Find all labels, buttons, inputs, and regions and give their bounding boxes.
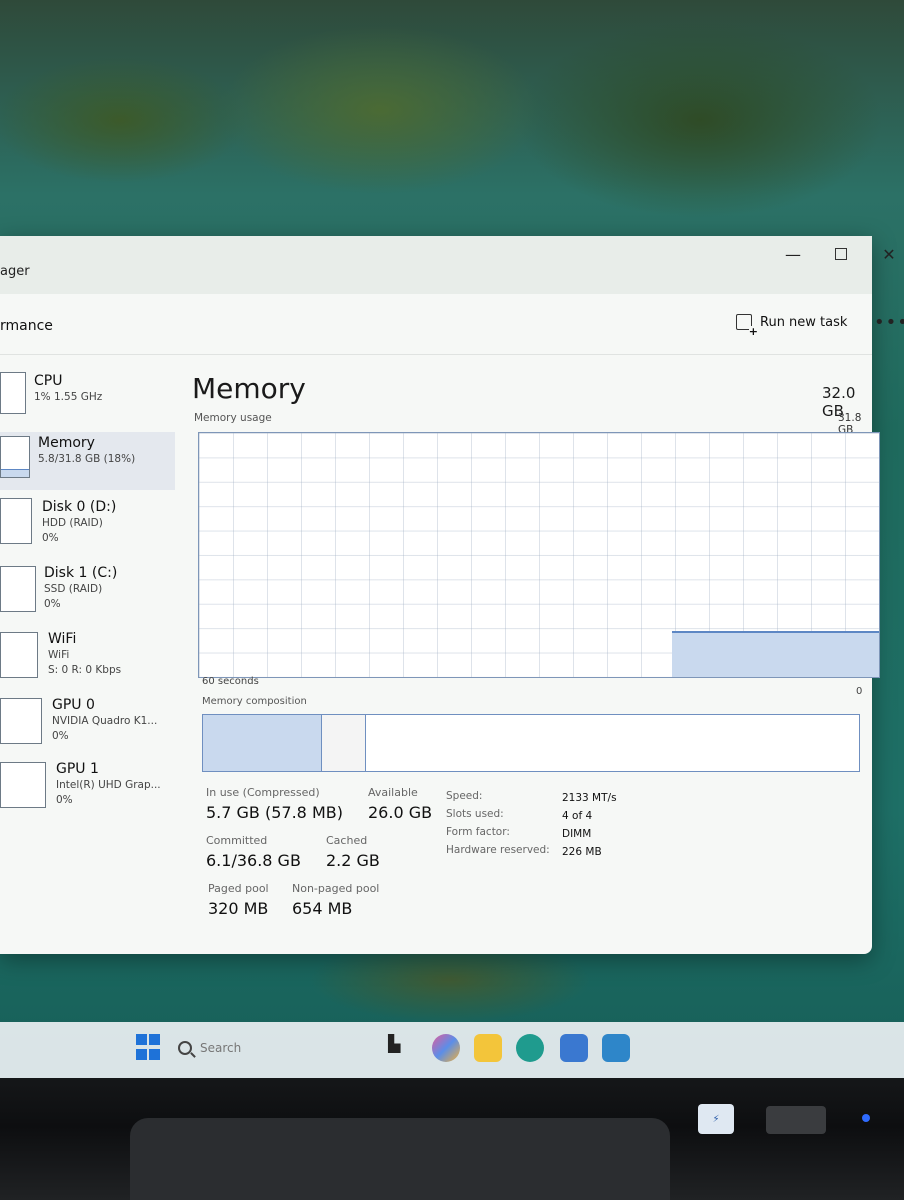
memory-composition-bar [202, 714, 860, 772]
run-task-icon [736, 314, 758, 337]
speed-label: Speed: [446, 790, 483, 802]
sidebar-item-detail: 1% 1.55 GHz [34, 391, 103, 403]
sidebar-item-gpu-1[interactable]: GPU 1 Intel(R) UHD Grap... 0% [0, 758, 175, 816]
sidebar-item-detail: HDD (RAID) [42, 517, 103, 529]
wifi-thumbnail [0, 632, 38, 678]
sidebar-item-usage: 0% [56, 794, 73, 806]
memory-thumbnail [0, 436, 30, 478]
run-new-task-label: Run new task [760, 314, 848, 330]
stat-paged-pool: Paged pool 320 MB [208, 882, 269, 920]
form-factor-value: DIMM [562, 828, 592, 840]
stat-value: 654 MB [292, 899, 353, 918]
gpu-0-thumbnail [0, 698, 42, 744]
taskbar-search[interactable]: Search [178, 1034, 358, 1062]
hardware-reserved-value: 226 MB [562, 846, 602, 858]
sidebar-item-usage: S: 0 R: 0 Kbps [48, 664, 122, 676]
hardware-reserved-label: Hardware reserved: [446, 844, 550, 856]
memory-usage-fill [671, 631, 879, 677]
page-header: rmance Run new task ••• [0, 294, 904, 355]
title-bar: ager — ✕ [0, 236, 896, 294]
window-title: ager [0, 264, 30, 279]
sidebar-item-name: GPU 1 [56, 761, 99, 777]
sidebar-item-usage: 0% [52, 730, 69, 742]
task-manager-window: ager — ✕ rmance Run new task ••• CPU 1% … [0, 236, 904, 954]
sidebar-item-detail: WiFi [48, 649, 70, 661]
stat-label: Paged pool [208, 882, 269, 895]
store-icon[interactable] [560, 1034, 588, 1062]
monitor-stand [130, 1118, 670, 1200]
sidebar-item-detail: 5.8/31.8 GB (18%) [38, 453, 136, 465]
more-options-button[interactable]: ••• [874, 312, 904, 333]
stat-available: Available 26.0 GB [368, 786, 432, 824]
stat-committed: Committed 6.1/36.8 GB [206, 834, 301, 872]
search-placeholder: Search [200, 1041, 242, 1055]
sidebar-item-name: WiFi [48, 631, 77, 647]
stat-value: 6.1/36.8 GB [206, 851, 301, 870]
disk-1-thumbnail [0, 566, 36, 612]
energy-star-logo: ⚡ [698, 1104, 734, 1134]
file-explorer-icon[interactable] [474, 1034, 502, 1062]
sidebar-item-disk-1[interactable]: Disk 1 (C:) SSD (RAID) 0% [0, 564, 175, 622]
sidebar-item-memory[interactable]: Memory 5.8/31.8 GB (18%) [0, 432, 175, 490]
task-manager-icon[interactable] [602, 1034, 630, 1062]
sidebar-item-name: CPU [34, 373, 63, 389]
taskbar: Search ▙ [0, 1022, 904, 1078]
slots-value: 4 of 4 [562, 810, 593, 822]
composition-in-use [203, 715, 323, 771]
sidebar-item-name: Memory [38, 435, 95, 451]
stat-value: 320 MB [208, 899, 269, 918]
sidebar-item-name: Disk 1 (C:) [44, 565, 118, 581]
gpu-1-thumbnail [0, 762, 46, 808]
sidebar-item-usage: 0% [44, 598, 61, 610]
sidebar-item-cpu[interactable]: CPU 1% 1.55 GHz [0, 368, 175, 426]
stat-label: Cached [326, 834, 368, 847]
copilot-icon[interactable] [432, 1034, 460, 1062]
graph-zero: 0 [856, 686, 863, 697]
memory-title: Memory [192, 372, 306, 405]
sidebar-item-detail: SSD (RAID) [44, 583, 103, 595]
start-button[interactable] [136, 1034, 164, 1062]
power-led-icon [862, 1114, 870, 1122]
sidebar-item-name: GPU 0 [52, 697, 95, 713]
run-new-task-button[interactable]: Run new task [736, 314, 848, 337]
sidebar-item-disk-0[interactable]: Disk 0 (D:) HDD (RAID) 0% [0, 498, 175, 556]
sidebar-item-detail: Intel(R) UHD Grap... [56, 779, 161, 791]
vendor-badge [766, 1106, 826, 1134]
maximize-icon [835, 248, 847, 260]
stat-value: 5.7 GB (57.8 MB) [206, 803, 343, 822]
memory-usage-label: Memory usage [194, 412, 272, 424]
minimize-button[interactable]: — [778, 244, 808, 266]
stat-value: 2.2 GB [326, 851, 380, 870]
stat-cached: Cached 2.2 GB [326, 834, 380, 872]
form-factor-label: Form factor: [446, 826, 510, 838]
stat-in-use: In use (Compressed) 5.7 GB (57.8 MB) [206, 786, 343, 824]
speed-value: 2133 MT/s [562, 792, 617, 804]
composition-modified [322, 715, 366, 771]
sidebar-item-detail: NVIDIA Quadro K1... [52, 715, 158, 727]
stat-non-paged-pool: Non-paged pool 654 MB [292, 882, 379, 920]
sidebar-item-usage: 0% [42, 532, 59, 544]
sidebar-item-name: Disk 0 (D:) [42, 499, 117, 515]
stat-label: Available [368, 786, 418, 799]
task-view-icon[interactable]: ▙ [388, 1034, 416, 1062]
cpu-thumbnail [0, 372, 26, 414]
sidebar-item-wifi[interactable]: WiFi WiFi S: 0 R: 0 Kbps [0, 630, 175, 688]
stat-label: Non-paged pool [292, 882, 380, 895]
memory-usage-graph [198, 432, 880, 678]
maximize-button[interactable] [826, 244, 856, 266]
page-title: rmance [0, 318, 53, 334]
stat-value: 26.0 GB [368, 803, 433, 822]
search-icon [178, 1041, 192, 1055]
close-button[interactable]: ✕ [874, 244, 904, 266]
graph-time-span: 60 seconds [202, 676, 259, 687]
stat-label: In use (Compressed) [206, 786, 320, 799]
memory-composition-label: Memory composition [202, 696, 307, 707]
sidebar-item-gpu-0[interactable]: GPU 0 NVIDIA Quadro K1... 0% [0, 694, 175, 752]
slots-label: Slots used: [446, 808, 504, 820]
stat-label: Committed [206, 834, 268, 847]
disk-0-thumbnail [0, 498, 32, 544]
edge-icon[interactable] [516, 1034, 544, 1062]
